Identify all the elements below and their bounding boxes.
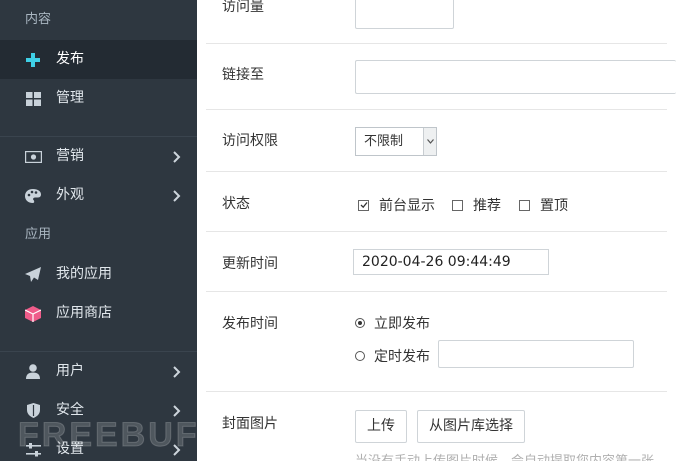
chevron-right-icon <box>173 352 181 391</box>
status-label: 状态 <box>222 196 250 212</box>
sidebar-item-label: 我的应用 <box>56 266 112 282</box>
sliders-icon <box>24 430 42 461</box>
checkbox-checked-icon <box>358 199 369 211</box>
upload-button[interactable]: 上传 <box>355 410 407 443</box>
shield-icon <box>24 391 42 430</box>
form-row-link: 链接至 <box>206 44 676 110</box>
access-label: 访问权限 <box>222 133 278 149</box>
sidebar-item-my-apps[interactable]: 我的应用 <box>0 255 197 294</box>
checkbox-icon <box>519 199 530 211</box>
money-icon <box>24 137 42 176</box>
chevron-right-icon <box>173 430 181 461</box>
sidebar-item-label: 应用商店 <box>56 305 112 321</box>
access-select[interactable]: 不限制 <box>355 127 437 156</box>
link-label: 链接至 <box>222 67 264 83</box>
form-row-visits: 访问量 <box>206 0 667 44</box>
chevron-right-icon <box>173 391 181 430</box>
sidebar-item-label: 设置 <box>56 441 84 457</box>
plus-icon <box>24 40 42 79</box>
checkbox-label: 置顶 <box>540 198 568 214</box>
radio-selected-icon <box>355 318 365 328</box>
checkbox-icon <box>452 199 463 211</box>
radio-publish-now[interactable]: 立即发布 <box>355 313 430 333</box>
sidebar-item-users[interactable]: 用户 <box>0 352 197 391</box>
sidebar-item-label: 安全 <box>56 402 84 418</box>
cube-icon <box>24 294 42 333</box>
publish-time-label: 发布时间 <box>222 316 278 332</box>
visits-input[interactable] <box>355 0 454 29</box>
sidebar: 内容 发布 管理 营销 外观 应用 我的应用 应用商店 用户 安全 设置 <box>0 0 197 461</box>
sidebar-item-settings[interactable]: 设置 <box>0 430 197 461</box>
checkbox-label: 前台显示 <box>379 198 435 214</box>
sidebar-item-label: 用户 <box>56 363 84 379</box>
radio-label: 定时发布 <box>374 349 430 365</box>
sidebar-item-label: 外观 <box>56 187 84 203</box>
checkbox-label: 推荐 <box>473 198 501 214</box>
select-from-library-button[interactable]: 从图片库选择 <box>417 410 525 443</box>
palette-icon <box>24 176 42 215</box>
sidebar-item-label: 管理 <box>56 90 84 106</box>
sidebar-section-apps: 应用 <box>25 227 52 242</box>
sidebar-item-publish[interactable]: 发布 <box>0 40 197 79</box>
sidebar-item-security[interactable]: 安全 <box>0 391 197 430</box>
sidebar-item-label: 发布 <box>56 51 84 67</box>
access-select-value: 不限制 <box>364 134 404 149</box>
chevron-right-icon <box>173 137 181 176</box>
form-row-status: 状态 <box>206 172 667 232</box>
user-icon <box>24 352 42 391</box>
chevron-right-icon <box>173 176 181 215</box>
update-time-input[interactable]: 2020-04-26 09:44:49 <box>353 249 549 275</box>
cover-hint-text: 当没有手动上传图片时候，会自动提取您内容第一张 <box>355 450 654 461</box>
radio-icon <box>355 351 365 361</box>
visits-label: 访问量 <box>222 0 264 15</box>
sidebar-item-label: 营销 <box>56 148 84 164</box>
checkbox-pin-top[interactable]: 置顶 <box>519 195 568 215</box>
link-input[interactable] <box>355 60 676 94</box>
paper-plane-icon <box>24 255 42 294</box>
radio-publish-scheduled[interactable]: 定时发布 <box>355 346 430 366</box>
sidebar-item-appearance[interactable]: 外观 <box>0 176 197 215</box>
sidebar-item-marketing[interactable]: 营销 <box>0 137 197 176</box>
chevron-down-icon <box>423 128 436 155</box>
post-form: 访问量 链接至 访问权限 不限制 状态 前台显示 推荐 置顶 更新时间 2020… <box>206 0 690 461</box>
cover-label: 封面图片 <box>222 416 278 432</box>
radio-label: 立即发布 <box>374 316 430 332</box>
sidebar-section-content: 内容 <box>25 12 52 27</box>
checkbox-recommend[interactable]: 推荐 <box>452 195 501 215</box>
grid-icon <box>24 79 42 118</box>
checkbox-frontpage[interactable]: 前台显示 <box>358 195 435 215</box>
sidebar-item-app-store[interactable]: 应用商店 <box>0 294 197 333</box>
scheduled-time-input[interactable] <box>438 340 634 368</box>
update-time-label: 更新时间 <box>222 256 278 272</box>
sidebar-item-manage[interactable]: 管理 <box>0 79 197 118</box>
